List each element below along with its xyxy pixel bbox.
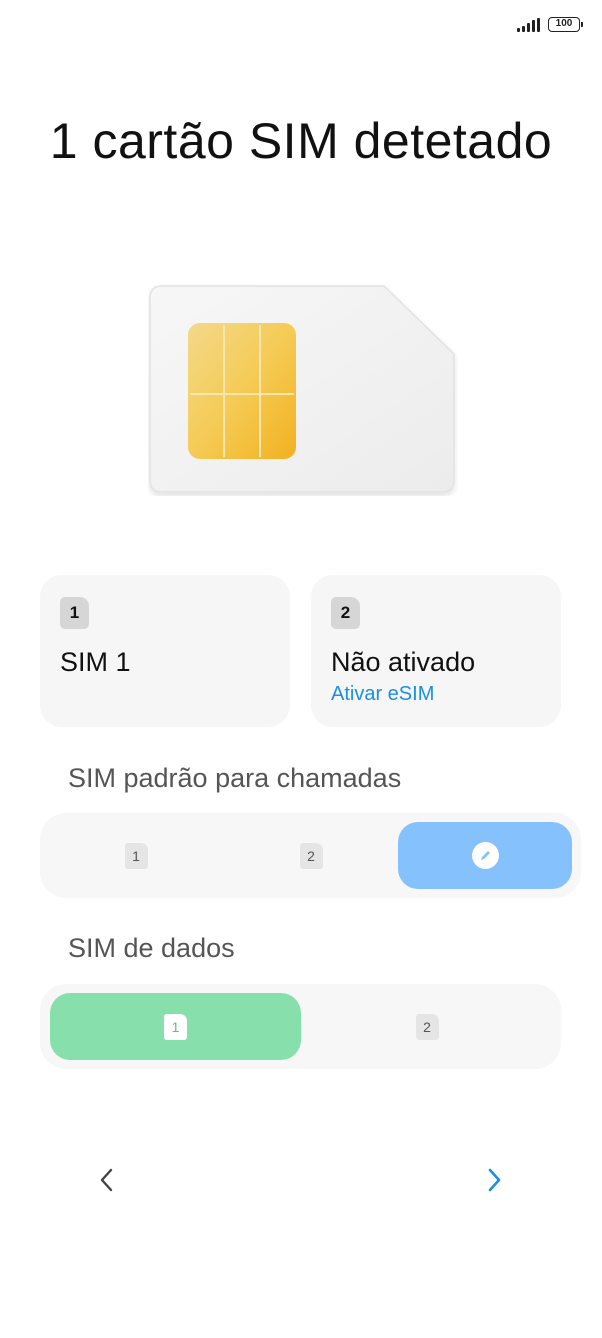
default-calls-sim-selector: 1 2 bbox=[40, 813, 581, 898]
sim-card-illustration bbox=[149, 285, 455, 493]
calls-option-ask-every-time[interactable] bbox=[398, 822, 572, 889]
data-sim-label: SIM de dados bbox=[68, 933, 235, 963]
status-bar: 100 bbox=[517, 17, 583, 32]
sim-card-slot-1[interactable]: 1 SIM 1 bbox=[40, 575, 290, 727]
sim-card-name: SIM 1 bbox=[60, 647, 131, 677]
back-button[interactable] bbox=[89, 1162, 125, 1198]
sim-1-badge: 1 bbox=[124, 842, 148, 869]
edit-pencil-icon bbox=[471, 842, 499, 869]
sim-2-badge: 2 bbox=[299, 842, 323, 869]
sim-slot-badge: 1 bbox=[60, 597, 89, 629]
chevron-right-icon bbox=[488, 1168, 501, 1192]
activate-esim-link[interactable]: Ativar eSIM bbox=[331, 683, 434, 706]
chevron-left-icon bbox=[100, 1168, 113, 1192]
battery-icon: 100 bbox=[548, 17, 583, 32]
page-title: 1 cartão SIM detetado bbox=[49, 113, 553, 169]
calls-option-sim-2[interactable]: 2 bbox=[264, 822, 358, 889]
next-button[interactable] bbox=[476, 1162, 512, 1198]
sim-card-name: Não ativado bbox=[331, 647, 476, 677]
data-option-sim-1[interactable]: 1 bbox=[50, 993, 301, 1060]
sim-2-badge: 2 bbox=[415, 1013, 439, 1040]
sim-slot-badge: 2 bbox=[331, 597, 360, 629]
battery-level: 100 bbox=[555, 18, 573, 29]
sim-card-slot-2[interactable]: 2 Não ativado Ativar eSIM bbox=[311, 575, 561, 727]
default-calls-sim-label: SIM padrão para chamadas bbox=[68, 763, 402, 793]
sim-1-badge: 1 bbox=[164, 1013, 187, 1040]
data-sim-selector: 1 2 bbox=[40, 984, 561, 1069]
calls-option-sim-1[interactable]: 1 bbox=[89, 822, 183, 889]
data-option-sim-2[interactable]: 2 bbox=[380, 993, 474, 1060]
signal-bars-icon bbox=[517, 17, 540, 32]
